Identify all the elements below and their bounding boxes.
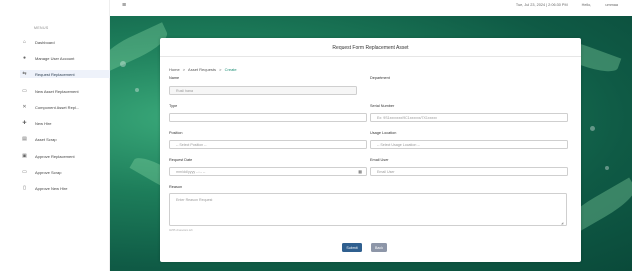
- name-field[interactable]: Rusli hana: [169, 86, 357, 95]
- type-label: Type: [169, 104, 178, 108]
- department-label: Department: [370, 76, 390, 80]
- sidebar-item-approve-new-hire[interactable]: ▯ Approve New Hire: [20, 184, 110, 192]
- serial-number-label: Serial Number: [370, 104, 395, 108]
- trash-icon: ▤: [22, 135, 27, 142]
- sidebar-item-approve-replacement[interactable]: ▣ Approve Replacement: [20, 152, 110, 160]
- breadcrumb-home[interactable]: Home: [169, 67, 180, 72]
- request-date-input[interactable]: mm/dd/yyyy --:-- -- ▦: [169, 167, 367, 176]
- name-label: Name: [169, 76, 180, 80]
- breadcrumb-asset-requests[interactable]: Asset Requests: [188, 67, 216, 72]
- breadcrumb-create: Create: [224, 67, 237, 72]
- sidebar-item-label: Request Replacement: [35, 71, 75, 77]
- request-date-placeholder: mm/dd/yyyy --:-- --: [176, 169, 206, 174]
- sidebar-item-component-asset-repl[interactable]: ✕ Component Asset Repl...: [20, 103, 110, 111]
- sidebar: MENUS ⌂ Dashboard ● Manage User Account ⇆ Req…: [0, 0, 110, 271]
- sidebar-item-dashboard[interactable]: ⌂ Dashboard: [20, 38, 110, 46]
- document-icon: ▭: [22, 87, 27, 94]
- sidebar-item-new-asset-replacement[interactable]: ▭ New Asset Replacement: [20, 87, 110, 95]
- hamburger-menu-icon[interactable]: ≡: [122, 2, 126, 9]
- usage-location-label: Usage Location: [370, 131, 397, 135]
- top-bar-info: Tue, Jul 23, 2024 | 2:06:30 PM Hello, um…: [516, 3, 618, 7]
- resize-handle-icon[interactable]: ◢: [561, 221, 563, 225]
- username-link[interactable]: ummaa: [605, 3, 618, 7]
- sidebar-item-label: Manage User Account: [35, 55, 75, 61]
- tools-icon: ✕: [22, 103, 27, 110]
- usage-location-select[interactable]: -- Select Usage Location --: [370, 140, 568, 149]
- sidebar-menu-title: MENUS: [34, 26, 49, 30]
- sidebar-item-new-hire[interactable]: ✚ New Hire: [20, 119, 110, 127]
- breadcrumb-separator: >: [219, 67, 222, 72]
- divider: [160, 56, 581, 57]
- reason-textarea[interactable]: Enter Reason Request: [169, 193, 567, 226]
- user-icon: ●: [22, 54, 27, 61]
- position-label: Position: [169, 131, 183, 135]
- character-count-hint: 0/255 characters left: [169, 229, 193, 232]
- calendar-icon[interactable]: ▦: [358, 169, 362, 174]
- form-title: Request Form Replacement Asset: [332, 45, 409, 51]
- back-button[interactable]: Back: [371, 243, 387, 252]
- sidebar-item-approve-scrap[interactable]: ▭ Approve Scrap: [20, 168, 110, 176]
- datetime-text: Tue, Jul 23, 2024 | 2:06:30 PM: [515, 3, 568, 7]
- request-form-card: Request Form Replacement Asset Home > As…: [160, 38, 581, 262]
- breadcrumb: Home > Asset Requests > Create: [169, 67, 237, 72]
- type-field[interactable]: [169, 113, 367, 122]
- sidebar-item-label: Approve New Hire: [35, 185, 68, 191]
- sidebar-item-label: Approve Scrap: [35, 169, 62, 175]
- sidebar-item-label: Component Asset Repl...: [35, 104, 80, 110]
- add-user-icon: ✚: [22, 119, 27, 126]
- sidebar-item-label: Approve Replacement: [35, 153, 75, 159]
- reason-label: Reason: [169, 185, 183, 189]
- top-bar: ≡ Tue, Jul 23, 2024 | 2:06:30 PM Hello, …: [110, 0, 632, 16]
- sidebar-item-label: New Hire: [35, 120, 52, 126]
- home-icon: ⌂: [22, 38, 27, 45]
- serial-number-input[interactable]: Ex: 9S1xxxxxxx/9C1xxxxxx/7X1xxxxx: [370, 113, 568, 122]
- sidebar-item-manage-user-account[interactable]: ● Manage User Account: [20, 54, 110, 62]
- approve-icon: ▣: [22, 152, 27, 159]
- sidebar-item-asset-scrap[interactable]: ▤ Asset Scrap: [20, 135, 110, 143]
- position-select[interactable]: -- Select Position --: [169, 140, 367, 149]
- submit-button[interactable]: Submit: [342, 243, 362, 252]
- folder-icon: ▭: [22, 168, 27, 175]
- swap-icon: ⇆: [22, 70, 27, 77]
- sidebar-item-label: New Asset Replacement: [35, 88, 79, 94]
- sidebar-item-label: Dashboard: [35, 39, 55, 45]
- email-user-label: Email User: [370, 158, 389, 162]
- breadcrumb-separator: >: [182, 67, 186, 72]
- email-user-input[interactable]: Email User: [370, 167, 568, 176]
- sidebar-item-label: Asset Scrap: [35, 136, 57, 142]
- request-date-label: Request Date: [169, 158, 193, 162]
- sidebar-item-request-replacement[interactable]: ⇆ Request Replacement: [20, 70, 110, 78]
- document-icon: ▯: [23, 184, 26, 191]
- greeting-text: Hello,: [581, 3, 592, 7]
